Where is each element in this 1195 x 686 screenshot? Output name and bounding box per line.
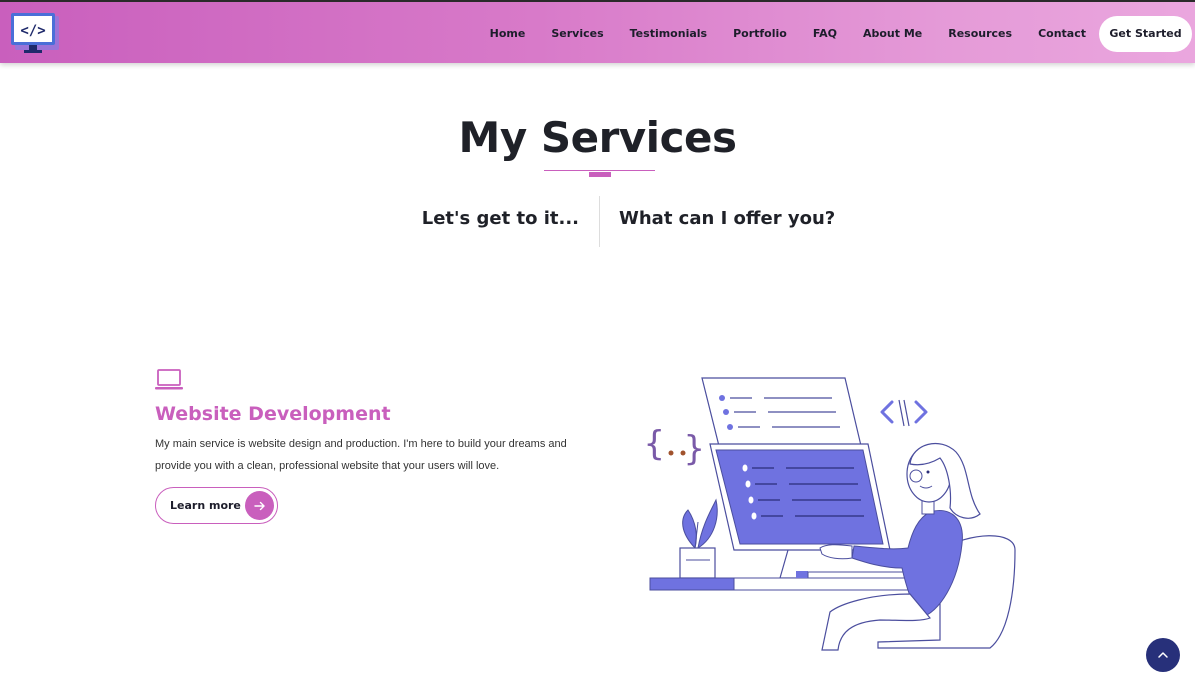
svg-text:{: { <box>644 424 664 464</box>
learn-more-label: Learn more <box>170 499 241 512</box>
chevron-up-icon[interactable] <box>1146 638 1180 672</box>
tagline-right: What can I offer you? <box>619 208 836 229</box>
developer-illustration: { } <box>640 372 1020 654</box>
svg-text:</>: </> <box>20 23 45 39</box>
nav-resources[interactable]: Resources <box>948 27 1012 40</box>
service-description: My main service is website design and pr… <box>155 438 567 472</box>
arrow-right-icon <box>245 491 274 520</box>
services-title: My Services <box>458 113 737 162</box>
nav-about-me[interactable]: About Me <box>863 27 922 40</box>
title-underline <box>544 170 655 171</box>
service-title: Website Development <box>155 403 391 425</box>
site-header: </> Home Services Testimonials Portfolio… <box>0 0 1195 63</box>
code-monitor-icon[interactable]: </> <box>10 13 60 55</box>
main-nav: Home Services Testimonials Portfolio FAQ… <box>490 2 1195 65</box>
get-started-button[interactable]: Get Started <box>1099 15 1192 52</box>
title-underline-accent <box>589 172 611 177</box>
tagline-left: Let's get to it... <box>421 208 579 229</box>
nav-portfolio[interactable]: Portfolio <box>733 27 787 40</box>
nav-services[interactable]: Services <box>551 27 603 40</box>
tagline-divider <box>599 196 600 247</box>
svg-text:}: } <box>684 429 704 469</box>
nav-home[interactable]: Home <box>490 27 526 40</box>
nav-faq[interactable]: FAQ <box>813 27 837 40</box>
nav-contact[interactable]: Contact <box>1038 27 1086 40</box>
nav-testimonials[interactable]: Testimonials <box>630 27 707 40</box>
learn-more-button[interactable]: Learn more <box>155 487 278 524</box>
laptop-icon <box>155 369 184 391</box>
